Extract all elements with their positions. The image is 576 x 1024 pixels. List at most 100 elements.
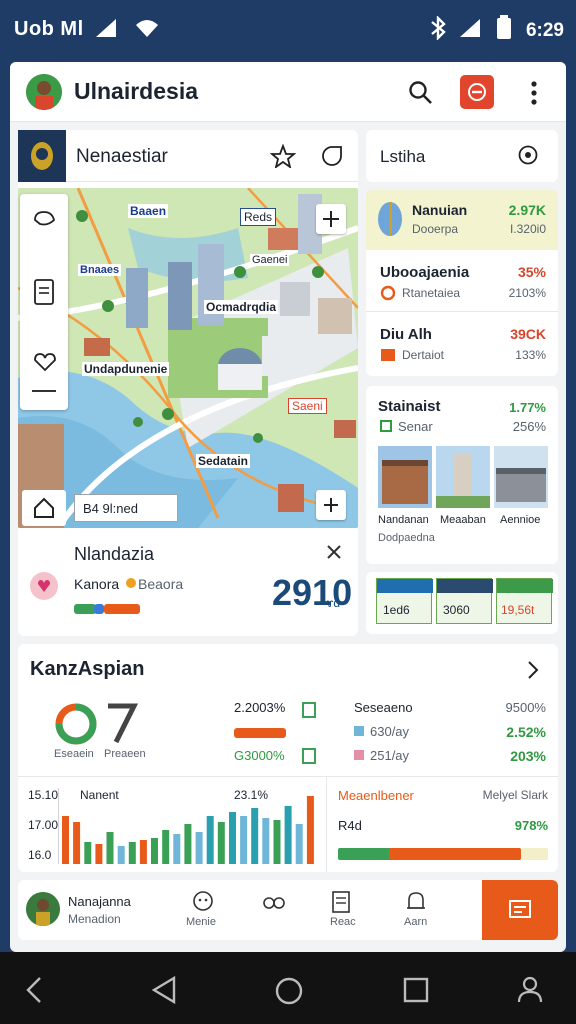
chart-bar: [117, 846, 125, 864]
map-label-top-right[interactable]: Reds: [240, 208, 277, 226]
summary-row-pct: 203%: [510, 748, 546, 764]
tab-alerts[interactable]: Aarn: [396, 888, 436, 934]
tab-label: Reac: [330, 916, 356, 928]
chart-bar: [73, 822, 81, 864]
gallery-image-1[interactable]: [378, 446, 432, 508]
layers-icon[interactable]: [32, 206, 58, 230]
home-icon: [34, 497, 54, 518]
zoom-in-button[interactable]: [316, 490, 346, 520]
progress-fill: [338, 848, 521, 860]
pin-icon: [380, 285, 396, 301]
search-icon[interactable]: [408, 80, 434, 106]
target-icon: [323, 211, 339, 227]
chart-bar: [306, 796, 314, 864]
stop-button[interactable]: [460, 75, 494, 109]
chart-bar: [195, 832, 203, 864]
price-tile-value: 1ed6: [383, 603, 410, 617]
chart-bar: [295, 824, 303, 864]
list-item[interactable]: Nanuian Dooerpa 2.97K I.320i0: [366, 190, 558, 250]
price-tile[interactable]: 3060: [436, 578, 493, 624]
map-canvas: [18, 188, 358, 528]
summary-vdivider: [326, 776, 327, 872]
progress-title: Meaenlbener: [338, 788, 414, 803]
progress-label: R4d: [338, 818, 362, 833]
report-icon: [332, 891, 350, 913]
tab-search[interactable]: [254, 888, 294, 934]
home-circle-icon[interactable]: [274, 976, 304, 1006]
star-icon[interactable]: [270, 144, 296, 168]
price-tile[interactable]: 19,56t: [496, 578, 553, 624]
gallery-image-2[interactable]: [436, 446, 490, 508]
map-target-button[interactable]: [316, 204, 346, 234]
detail-bar-orange: [104, 604, 140, 614]
progress-value: 978%: [514, 818, 548, 833]
profile-avatar[interactable]: [26, 74, 62, 110]
detail-bar-green: [74, 604, 96, 614]
progress-track: [338, 848, 548, 860]
price-tile[interactable]: 1ed6: [376, 578, 433, 624]
tag-icon[interactable]: [320, 144, 344, 168]
checkbox-icon[interactable]: [380, 420, 392, 432]
stock-sub: Dooerpa: [412, 222, 459, 236]
list-item[interactable]: Diu Alh Dertaiot 39CK 133%: [366, 314, 558, 374]
chart-bar: [284, 806, 292, 864]
ring-chart-icon: [55, 703, 97, 745]
tab-reports[interactable]: Reac: [322, 888, 362, 934]
heart-icon[interactable]: [32, 352, 58, 372]
action-button[interactable]: [482, 880, 558, 940]
price-tile-value: 19,56t: [501, 603, 535, 617]
tab-label: Aarn: [404, 916, 428, 928]
glasses-icon: [263, 897, 285, 909]
back-chevron-icon[interactable]: [24, 976, 44, 1004]
close-icon[interactable]: [326, 544, 342, 560]
icon-label: Preaeen: [104, 748, 146, 760]
user-icon[interactable]: [516, 974, 544, 1004]
map-search-input[interactable]: B4 9l:ned: [74, 494, 178, 522]
summary-row-name: Seseaeno: [354, 700, 413, 715]
summary-divider: [18, 776, 558, 777]
back-icon[interactable]: [150, 976, 178, 1004]
recents-icon[interactable]: [402, 976, 430, 1004]
stock-change: 39CK: [510, 326, 546, 342]
battery-icon: [497, 15, 511, 39]
smile-icon: [193, 891, 213, 911]
stock-value: I.320i0: [509, 222, 546, 236]
home-button[interactable]: [22, 490, 66, 526]
gallery-sub: Senar: [398, 419, 433, 434]
user-avatar[interactable]: [26, 892, 60, 926]
chart-bar: [84, 842, 92, 864]
plus-icon: [324, 498, 338, 512]
stock-name: Ubooajaenia: [380, 264, 470, 281]
stock-list: Nanuian Dooerpa 2.97K I.320i0 Ubooajaeni…: [366, 190, 558, 376]
tab-menu[interactable]: Menie: [182, 888, 222, 934]
chart-bar: [128, 842, 136, 864]
y-axis: [58, 788, 59, 864]
tile-banner: [437, 579, 493, 593]
chart-bar: [184, 824, 192, 864]
detail-value: 2910: [272, 572, 353, 613]
map-label-lower-right[interactable]: Saeni: [288, 398, 327, 414]
gallery-title-value: 1.77%: [509, 400, 546, 415]
stock-name: Nanuian: [412, 202, 468, 218]
gallery-image-3[interactable]: [494, 446, 548, 508]
list-item[interactable]: Ubooajaenia Rtanetaiea 35% 2103%: [366, 252, 558, 312]
ring-label: Eseaein: [54, 748, 94, 760]
graph-icon: [381, 349, 395, 361]
chart-bar: [151, 838, 158, 864]
price-tiles: 1ed6 3060 19,56t: [366, 572, 558, 634]
document-icon[interactable]: [33, 278, 55, 306]
summary-row-bar: [234, 728, 286, 738]
chart-bar: [62, 816, 69, 864]
chevron-right-icon[interactable]: [526, 660, 540, 680]
summary-row-name: 251/ay: [370, 748, 410, 763]
map-view[interactable]: Baaen Reds Bnaaes Gaenei Ocmadrqdia Unda…: [18, 188, 358, 528]
map-label-center: Ocmadrqdia: [204, 300, 279, 314]
chat-icon[interactable]: [516, 144, 540, 168]
more-icon[interactable]: [528, 80, 540, 106]
gallery-caption-sub: Dodpaedna: [378, 532, 435, 544]
kanora-badge-icon: [30, 572, 58, 600]
chart-bar: [206, 816, 214, 864]
stock-name: Diu Alh: [380, 326, 432, 343]
location-card-title: Nenaestiar: [76, 146, 168, 167]
doc-icon: [302, 702, 316, 718]
